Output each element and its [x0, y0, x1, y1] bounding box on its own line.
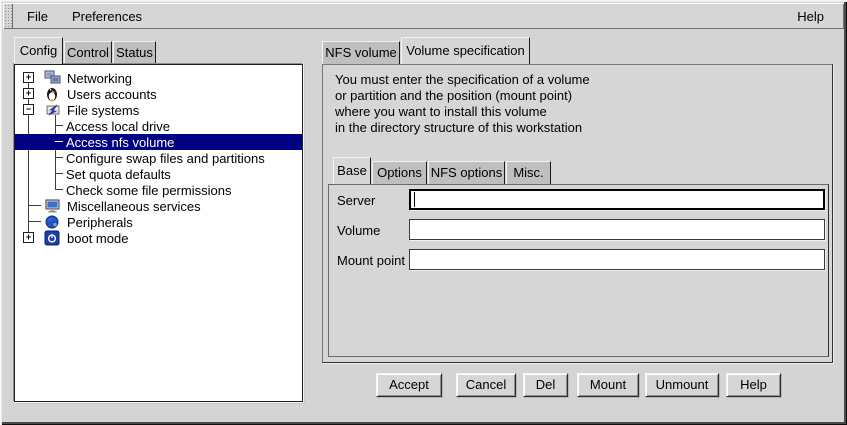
peripherals-icon [44, 214, 61, 230]
tree-item-users-accounts[interactable]: Users accounts [15, 86, 302, 102]
tab-options[interactable]: Options [372, 161, 427, 184]
description-line: in the directory structure of this works… [335, 120, 582, 135]
server-label: Server [337, 190, 375, 211]
tree-item-label: Users accounts [67, 87, 157, 102]
del-button[interactable]: Del [523, 373, 568, 397]
tree-branch-tick [55, 141, 63, 142]
menu-preferences[interactable]: Preferences [66, 9, 148, 24]
cancel-button[interactable]: Cancel [456, 373, 516, 397]
tree-item-label: Access local drive [66, 119, 170, 134]
menubar-grip-handle[interactable] [3, 3, 13, 29]
tree-branch-tick [55, 157, 63, 158]
tree-item-peripherals[interactable]: Peripherals [15, 214, 302, 230]
tree-branch-tick [55, 125, 63, 126]
tree-item-networking[interactable]: Networking [15, 70, 302, 86]
tree-item-label-selected: Access nfs volume [66, 135, 174, 150]
tab-nfs-volume[interactable]: NFS volume [322, 41, 400, 64]
expand-plus-icon[interactable] [23, 72, 34, 83]
linuxconf-window: File Preferences Help Config Control Sta… [0, 0, 847, 425]
tree-item-configure-swap[interactable]: Configure swap files and partitions [15, 150, 302, 166]
tree-item-label: boot mode [67, 231, 128, 246]
tab-base[interactable]: Base [333, 157, 371, 184]
expand-plus-icon[interactable] [23, 232, 34, 243]
base-form: Server Volume Mount point [328, 184, 829, 357]
tab-nfs-options[interactable]: NFS options [428, 161, 505, 184]
text-caret [414, 192, 415, 207]
services-icon [44, 198, 61, 214]
description-line: You must enter the specification of a vo… [335, 72, 590, 87]
menubar: File Preferences Help [3, 3, 844, 29]
tree-item-file-systems[interactable]: File systems [15, 102, 302, 118]
tree-item-label: Set quota defaults [66, 167, 171, 182]
config-tree-frame: Networking Users accounts File systems A… [14, 64, 303, 402]
tree-item-access-nfs-volume[interactable]: Access nfs volume [15, 134, 302, 150]
tree-item-label: Peripherals [67, 215, 133, 230]
boot-power-icon [44, 230, 61, 246]
tab-volume-specification[interactable]: Volume specification [401, 37, 530, 64]
tree-item-set-quota-defaults[interactable]: Set quota defaults [15, 166, 302, 182]
tree-item-label: File systems [67, 103, 139, 118]
tab-control[interactable]: Control [64, 41, 112, 64]
server-input[interactable] [409, 189, 825, 210]
mount-button[interactable]: Mount [577, 373, 639, 397]
network-icon [44, 70, 61, 86]
tree-branch-tick [55, 173, 63, 174]
tree-item-label: Miscellaneous services [67, 199, 201, 214]
expand-plus-icon[interactable] [23, 88, 34, 99]
unmount-button[interactable]: Unmount [645, 373, 719, 397]
volume-label: Volume [337, 220, 380, 241]
config-tree: Networking Users accounts File systems A… [15, 65, 302, 401]
mount-point-label: Mount point [337, 250, 405, 271]
help-button[interactable]: Help [726, 373, 781, 397]
tree-item-miscellaneous-services[interactable]: Miscellaneous services [15, 198, 302, 214]
tab-config[interactable]: Config [14, 37, 63, 64]
accept-button[interactable]: Accept [376, 373, 442, 397]
description-line: where you want to install this volume [335, 104, 547, 119]
description-line: or partition and the position (mount poi… [335, 88, 572, 103]
tab-misc[interactable]: Misc. [506, 161, 551, 184]
tree-item-label: Check some file permissions [66, 183, 231, 198]
filesystems-icon [44, 102, 61, 118]
tree-item-access-local-drive[interactable]: Access local drive [15, 118, 302, 134]
tree-branch-tick [28, 205, 41, 206]
expand-minus-icon[interactable] [23, 104, 34, 115]
tree-item-check-file-permissions[interactable]: Check some file permissions [15, 182, 302, 198]
volume-specification-page: You must enter the specification of a vo… [322, 64, 833, 363]
tree-item-boot-mode[interactable]: boot mode [15, 230, 302, 246]
tree-item-label: Networking [67, 71, 132, 86]
volume-input[interactable] [409, 219, 825, 240]
tree-branch-tick [28, 221, 41, 222]
tree-item-label: Configure swap files and partitions [66, 151, 265, 166]
tab-status[interactable]: Status [113, 41, 156, 64]
menu-help[interactable]: Help [791, 9, 830, 24]
tree-branch-tick [55, 189, 63, 190]
users-icon [44, 86, 61, 102]
menu-file[interactable]: File [21, 9, 54, 24]
mount-point-input[interactable] [409, 249, 825, 270]
